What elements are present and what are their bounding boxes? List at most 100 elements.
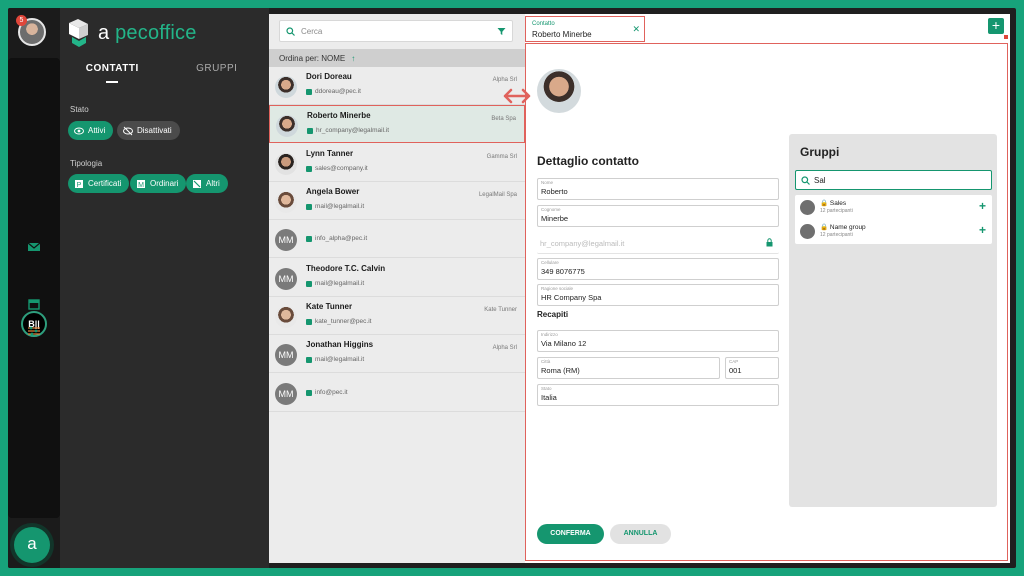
contact-email-text: info_alpha@pec.it [315, 235, 368, 242]
contact-email-text: mail@legalmail.it [315, 203, 365, 210]
contact-email-text: sales@company.it [315, 165, 368, 172]
citta-field[interactable]: Città Roma (RM) [537, 357, 720, 379]
contact-row[interactable]: MM info_alpha@pec.it [269, 220, 525, 258]
pec-icon [306, 235, 312, 242]
contact-row[interactable]: MM Theodore T.C. Calvin mail@legalmail.i… [269, 259, 525, 297]
add-button[interactable]: + [988, 18, 1004, 34]
cellulare-value: 349 8076775 [541, 267, 585, 276]
group-icon [800, 200, 815, 215]
chip-attivi-label: Attivi [88, 126, 106, 135]
contact-avatar [275, 306, 297, 328]
chip-disattivati[interactable]: Disattivati [117, 121, 180, 140]
sort-bar[interactable]: Ordina per: NOME ↑ [269, 49, 525, 67]
cancel-button[interactable]: ANNULLA [610, 524, 671, 544]
pec-icon [306, 203, 312, 210]
search-icon [286, 26, 295, 36]
chip-ordinari[interactable]: M Ordinari [130, 174, 187, 193]
contact-row[interactable]: Kate Tunner kate_tunner@pec.it Kate Tunn… [269, 297, 525, 335]
notification-badge: 5 [16, 15, 27, 26]
tab-gruppi[interactable]: GRUPPI [165, 63, 270, 83]
eye-off-icon [123, 126, 133, 135]
chip-ordinari-label: Ordinari [150, 179, 179, 188]
contact-avatar [275, 76, 297, 98]
contact-row[interactable]: MM info@pec.it [269, 374, 525, 412]
indirizzo-value: Via Milano 12 [541, 339, 587, 348]
mail-icon[interactable] [27, 241, 41, 253]
group-name-text: Sales [829, 200, 847, 207]
confirm-button[interactable]: CONFERMA [537, 524, 604, 544]
contact-row[interactable]: Angela Bower mail@legalmail.it LegalMail… [269, 182, 525, 220]
cellulare-field[interactable]: Cellulare 349 8076775 [537, 258, 779, 280]
contact-row[interactable]: Dori Doreau ddoreau@pec.it Alpha Srl [269, 67, 525, 105]
contact-email-text: info@pec.it [315, 389, 348, 396]
contact-photo[interactable] [537, 69, 581, 113]
filter-icon[interactable] [497, 27, 506, 36]
nome-field[interactable]: Nome Roberto [537, 178, 779, 200]
indirizzo-field[interactable]: Indirizzo Via Milano 12 [537, 330, 779, 352]
contact-tab[interactable]: Contatto Roberto Minerbe ✕ [525, 16, 645, 42]
chip-disattivati-label: Disattivati [137, 126, 172, 135]
contact-name: Theodore T.C. Calvin [306, 264, 386, 273]
tab-contatti[interactable]: CONTATTI [60, 63, 165, 83]
side-tabs: CONTATTI GRUPPI [60, 63, 269, 83]
groups-search-input[interactable]: Sal [795, 170, 992, 190]
add-group-icon[interactable]: + [979, 199, 986, 213]
contact-email-text: hr_company@legalmail.it [316, 127, 390, 134]
contact-email-text: ddoreau@pec.it [315, 88, 361, 95]
brand-name: a pecoffice [98, 22, 197, 45]
ragione-sociale-value: HR Company Spa [541, 293, 602, 302]
group-name: 🔒 Name group [820, 224, 866, 231]
ragione-sociale-field[interactable]: Ragione sociale HR Company Spa [537, 284, 779, 306]
contact-name: Dori Doreau [306, 72, 352, 81]
contact-row-selected[interactable]: Roberto Minerbe hr_company@legalmail.it … [269, 105, 525, 143]
stato-value: Italia [541, 393, 557, 402]
stato-label: Stato [70, 105, 89, 114]
cognome-field[interactable]: Cognome Minerbe [537, 205, 779, 227]
contact-tab-caption: Contatto [532, 21, 555, 27]
contact-email-text: mail@legalmail.it [315, 356, 365, 363]
contact-email: mail@legalmail.it [306, 356, 364, 363]
chip-attivi[interactable]: Attivi [68, 121, 114, 140]
contact-search[interactable]: Cerca [279, 20, 513, 42]
contact-detail-panel: Contatto Roberto Minerbe ✕ + Dettaglio c… [503, 14, 1010, 563]
calendar-icon[interactable] [27, 298, 41, 310]
indirizzo-label: Indirizzo [541, 332, 558, 337]
pec-icon [306, 88, 312, 95]
contact-email: hr_company@legalmail.it [307, 127, 389, 134]
svg-text:M: M [138, 182, 144, 189]
contact-email: sales@company.it [306, 165, 368, 172]
chip-altri[interactable]: Altri [186, 174, 228, 193]
groups-results: 🔒 Sales 12 partecipanti + 🔒 Name group 1… [795, 195, 992, 244]
contact-avatar-initials: MM [275, 268, 297, 290]
settings-sliders-icon[interactable] [27, 325, 41, 337]
contact-row[interactable]: Lynn Tanner sales@company.it Gamma Srl [269, 144, 525, 182]
pec-icon [306, 280, 312, 287]
nome-value: Roberto [541, 187, 568, 196]
close-tab-icon[interactable]: ✕ [632, 24, 640, 35]
contact-company: Alpha Srl [492, 345, 517, 351]
filters-panel: a pecoffice CONTATTI GRUPPI Stato Attivi… [60, 8, 269, 568]
eye-icon [74, 127, 84, 134]
group-item[interactable]: 🔒 Name group 12 partecipanti + [795, 219, 992, 243]
contact-tab-title: Roberto Minerbe [532, 30, 592, 39]
pec-icon [306, 389, 312, 396]
contact-name: Jonathan Higgins [306, 340, 374, 349]
groups-search-value: Sal [814, 176, 826, 185]
contact-name: Lynn Tanner [306, 149, 354, 158]
stato-field[interactable]: Stato Italia [537, 384, 779, 406]
sort-arrow-icon[interactable]: ↑ [351, 54, 355, 63]
app-logo-button[interactable]: a [14, 527, 50, 563]
cap-value: 001 [729, 366, 742, 375]
add-group-icon[interactable]: + [979, 223, 986, 237]
highlight-arrow-icon [503, 88, 531, 104]
cap-field[interactable]: CAP 001 [725, 357, 779, 379]
contact-avatar-initials: MM [275, 344, 297, 366]
contact-email-text: mail@legalmail.it [315, 280, 365, 287]
chip-certificati-label: Certificati [88, 179, 122, 188]
add-indicator [1004, 35, 1008, 39]
contact-name: Angela Bower [306, 187, 360, 196]
group-item[interactable]: 🔒 Sales 12 partecipanti + [795, 195, 992, 219]
chip-certificati[interactable]: P Certificati [68, 174, 130, 193]
search-placeholder: Cerca [301, 26, 323, 36]
contact-row[interactable]: MM Jonathan Higgins mail@legalmail.it Al… [269, 335, 525, 373]
